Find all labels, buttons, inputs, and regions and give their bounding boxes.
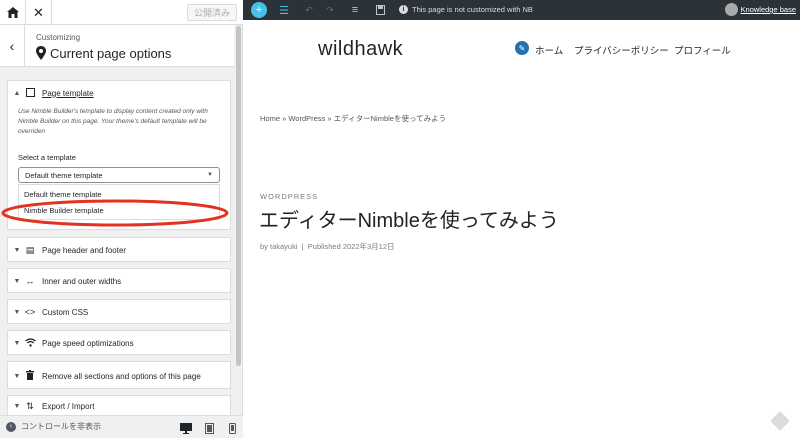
close-icon: ✕	[33, 4, 44, 20]
sidebar-scrollbar[interactable]	[236, 26, 241, 366]
home-button[interactable]	[0, 0, 26, 25]
breadcrumb: Home » WordPress » エディターNimbleを使ってみよう	[260, 114, 447, 123]
save-icon	[375, 5, 385, 15]
desktop-icon	[180, 423, 192, 434]
undo-icon: ↶	[305, 4, 313, 15]
close-button[interactable]: ✕	[26, 0, 52, 25]
tablet-preview-button[interactable]	[205, 421, 214, 439]
code-icon: <>	[24, 307, 36, 317]
redo-icon: ↷	[326, 4, 334, 15]
add-section-button[interactable]: +	[251, 2, 267, 18]
chevron-left-icon: ‹	[9, 38, 15, 54]
post-title: エディターNimbleを使ってみよう	[259, 210, 559, 232]
hide-controls-label: コントロールを非表示	[21, 422, 101, 431]
customizer-sidebar: ✕ 公開済み ‹ Customizing Current page option…	[0, 0, 243, 438]
menu-button[interactable]: ☰	[277, 3, 291, 17]
widths-icon: ↔	[25, 276, 35, 286]
hide-controls-button[interactable]: ‹ コントロールを非表示	[6, 421, 101, 432]
header-footer-icon: ▤	[25, 244, 35, 255]
section-page-header-footer[interactable]: ▼ ▤ Page header and footer	[7, 237, 231, 262]
chevron-down-icon: ▼	[13, 308, 21, 316]
publish-button[interactable]: 公開済み	[186, 4, 237, 21]
chevron-down-icon: ▼	[13, 339, 21, 347]
location-pin-icon	[36, 46, 46, 60]
nav-home[interactable]: ホーム	[535, 43, 563, 57]
customizer-footer: ‹ コントロールを非表示	[0, 415, 243, 438]
tablet-icon	[205, 423, 214, 434]
plus-icon: +	[255, 4, 263, 16]
select-label: Select a template	[18, 153, 76, 162]
list-icon: ≡	[351, 4, 359, 16]
customization-notice: i This page is not customized with NB	[399, 5, 533, 14]
hamburger-icon: ☰	[279, 4, 289, 17]
post-meta: by takayuki | Published 2022年3月12日	[260, 242, 395, 251]
wifi-icon	[24, 337, 36, 349]
section-export-import[interactable]: ▼ ⇅ Export / Import	[7, 395, 231, 415]
select-value: Default theme template	[25, 170, 103, 180]
section-custom-css[interactable]: ▼ <> Custom CSS	[7, 299, 231, 324]
chevron-down-icon: ▼	[13, 246, 21, 254]
customizer-topbar: ✕ 公開済み	[0, 0, 243, 25]
post-category[interactable]: WORDPRESS	[260, 192, 318, 201]
dropdown-arrow-icon: ▼	[207, 172, 213, 178]
section-inner-outer-widths[interactable]: ▼ ↔ Inner and outer widths	[7, 268, 231, 293]
list-button[interactable]: ≡	[348, 3, 362, 17]
section-label: Custom CSS	[42, 307, 89, 317]
avatar	[724, 3, 738, 16]
knowledge-base-link[interactable]: Knowledge base	[724, 3, 796, 16]
back-button[interactable]: ‹	[0, 25, 25, 67]
chevron-down-icon: ▼	[13, 372, 21, 380]
pencil-icon: ✎	[518, 43, 526, 53]
section-label: Page speed optimizations	[42, 338, 134, 348]
desktop-preview-button[interactable]	[180, 421, 192, 439]
page-title: Current page options	[50, 46, 172, 61]
breadcrumb: Customizing	[36, 33, 81, 42]
nimble-toolbar: + ☰ ↶ ↷ ≡ i This page is not customized …	[243, 0, 800, 20]
save-template-button[interactable]	[373, 3, 387, 17]
section-remove-all[interactable]: ▼ Remove all sections and options of thi…	[7, 361, 231, 389]
chevron-up-icon: ▲	[13, 89, 21, 97]
mobile-preview-button[interactable]	[229, 421, 236, 439]
trash-icon	[24, 370, 36, 382]
knowledge-base-label: Knowledge base	[740, 5, 796, 14]
page-template-header[interactable]: ▲ Page template	[8, 81, 230, 105]
section-label: Export / Import	[42, 401, 95, 411]
nimble-scroll-icon[interactable]	[770, 411, 790, 431]
nav-privacy-policy[interactable]: プライバシーポリシー	[574, 43, 669, 57]
site-title[interactable]: wildhawk	[318, 38, 403, 61]
template-icon	[24, 87, 36, 99]
collapse-icon: ‹	[6, 421, 16, 432]
section-label: Remove all sections and options of this …	[42, 371, 201, 381]
mobile-icon	[229, 423, 236, 434]
template-description: Use Nimble Builder's template to display…	[18, 108, 208, 135]
section-label: Inner and outer widths	[42, 276, 122, 286]
section-label: Page header and footer	[42, 245, 127, 255]
template-select[interactable]: Default theme template ▼	[18, 167, 220, 183]
undo-button[interactable]: ↶	[302, 3, 316, 17]
chevron-down-icon: ▼	[13, 277, 21, 285]
site-preview: wildhawk ✎ ホーム プライバシーポリシー プロフィール Home » …	[243, 20, 800, 438]
chevron-down-icon: ▼	[13, 402, 21, 410]
edit-menu-button[interactable]: ✎	[515, 41, 529, 55]
highlight-ellipse	[1, 199, 229, 227]
home-icon	[6, 7, 19, 18]
nav-profile[interactable]: プロフィール	[674, 43, 731, 57]
section-label: Page template	[42, 88, 94, 98]
notice-text: This page is not customized with NB	[412, 5, 533, 14]
section-page-speed[interactable]: ▼ Page speed optimizations	[7, 330, 231, 355]
export-import-icon: ⇅	[26, 400, 34, 411]
redo-button[interactable]: ↷	[323, 3, 337, 17]
section-header: ‹ Customizing Current page options	[0, 25, 234, 67]
info-icon: i	[399, 5, 408, 14]
